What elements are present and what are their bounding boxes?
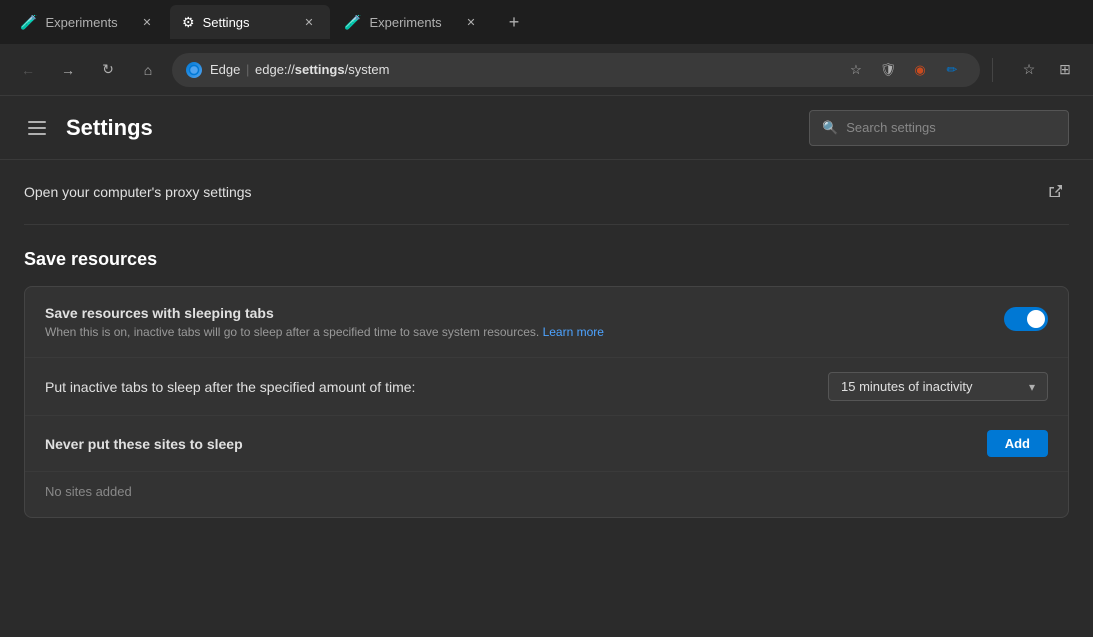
search-icon: 🔍	[822, 120, 838, 136]
proxy-external-link-button[interactable]	[1041, 178, 1069, 206]
sleeping-tabs-desc: When this is on, inactive tabs will go t…	[45, 325, 988, 339]
tab-close-1[interactable]: ✕	[138, 13, 156, 31]
page-title: Settings	[66, 115, 793, 141]
sleeping-tabs-desc-text: When this is on, inactive tabs will go t…	[45, 325, 543, 339]
pen-icon[interactable]: ✏	[938, 56, 966, 84]
save-resources-card: Save resources with sleeping tabs When t…	[24, 286, 1069, 518]
proxy-label: Open your computer's proxy settings	[24, 184, 252, 200]
tab-label-1: Experiments	[45, 15, 130, 30]
address-divider: |	[246, 62, 253, 77]
settings-page: Settings 🔍 Open your computer's proxy se…	[0, 96, 1093, 637]
tab-label-3: Experiments	[369, 15, 454, 30]
tab-settings[interactable]: ⚙ Settings ✕	[170, 5, 330, 39]
search-settings-field[interactable]: 🔍	[809, 110, 1069, 146]
sleeping-tabs-content: Save resources with sleeping tabs When t…	[45, 305, 988, 339]
home-button[interactable]: ⌂	[132, 54, 164, 86]
search-settings-input[interactable]	[846, 120, 1056, 135]
tab-close-2[interactable]: ✕	[300, 13, 318, 31]
no-sites-row: No sites added	[25, 472, 1068, 517]
shield-icon[interactable]: 🛡	[874, 56, 902, 84]
forward-button[interactable]: →	[52, 54, 84, 86]
sleep-after-label: Put inactive tabs to sleep after the spe…	[45, 379, 828, 395]
edge-logo-icon	[186, 62, 202, 78]
browser-name: Edge	[210, 62, 240, 77]
sleep-after-selected: 15 minutes of inactivity	[841, 379, 1021, 394]
tab-bar: 🧪 Experiments ✕ ⚙ Settings ✕ 🧪 Experimen…	[0, 0, 1093, 44]
toolbar-divider-1	[992, 58, 993, 82]
learn-more-link[interactable]: Learn more	[543, 325, 604, 339]
add-site-button[interactable]: Add	[987, 430, 1048, 457]
never-sleep-label: Never put these sites to sleep	[45, 436, 243, 452]
favorites-toolbar-btn[interactable]: ☆	[1013, 54, 1045, 86]
address-bar: ← → ↻ ⌂ Edge | edge://settings/system ☆ …	[0, 44, 1093, 96]
toolbar-right: ☆ ⊞	[1013, 54, 1081, 86]
collections-toolbar-btn[interactable]: ⊞	[1049, 54, 1081, 86]
url-path: settings	[295, 62, 345, 77]
url-protocol: edge://	[255, 62, 295, 77]
settings-body: Open your computer's proxy settings Save…	[0, 160, 1093, 550]
url-suffix: /system	[345, 62, 390, 77]
hamburger-menu-button[interactable]	[24, 117, 50, 139]
refresh-button[interactable]: ↻	[92, 54, 124, 86]
back-button[interactable]: ←	[12, 54, 44, 86]
save-resources-section-title: Save resources	[24, 249, 1069, 270]
experiments-icon-2: 🧪	[344, 14, 361, 31]
address-text: Edge | edge://settings/system	[210, 62, 389, 77]
sleeping-tabs-row: Save resources with sleeping tabs When t…	[25, 287, 1068, 358]
address-input[interactable]: Edge | edge://settings/system ☆ 🛡 ◉ ✏	[172, 53, 980, 87]
sleeping-tabs-toggle[interactable]	[1004, 307, 1048, 331]
sleep-after-row: Put inactive tabs to sleep after the spe…	[25, 358, 1068, 416]
chevron-down-icon: ▾	[1029, 380, 1035, 394]
settings-icon-tab: ⚙	[182, 14, 195, 31]
address-right-icons: ☆ 🛡 ◉ ✏	[842, 56, 966, 84]
no-sites-text: No sites added	[45, 484, 132, 499]
new-tab-button[interactable]: +	[498, 6, 530, 38]
tab-label-2: Settings	[203, 15, 292, 30]
never-sleep-row: Never put these sites to sleep Add	[25, 416, 1068, 472]
tab-close-3[interactable]: ✕	[462, 13, 480, 31]
tab-experiments-2[interactable]: 🧪 Experiments ✕	[332, 5, 492, 39]
wallet-icon[interactable]: ◉	[906, 56, 934, 84]
sleeping-tabs-title: Save resources with sleeping tabs	[45, 305, 988, 321]
experiments-icon-1: 🧪	[20, 14, 37, 31]
proxy-row: Open your computer's proxy settings	[24, 160, 1069, 225]
favorite-button[interactable]: ☆	[842, 56, 870, 84]
settings-header: Settings 🔍	[0, 96, 1093, 160]
tab-experiments-1[interactable]: 🧪 Experiments ✕	[8, 5, 168, 39]
sleep-after-dropdown[interactable]: 15 minutes of inactivity ▾	[828, 372, 1048, 401]
